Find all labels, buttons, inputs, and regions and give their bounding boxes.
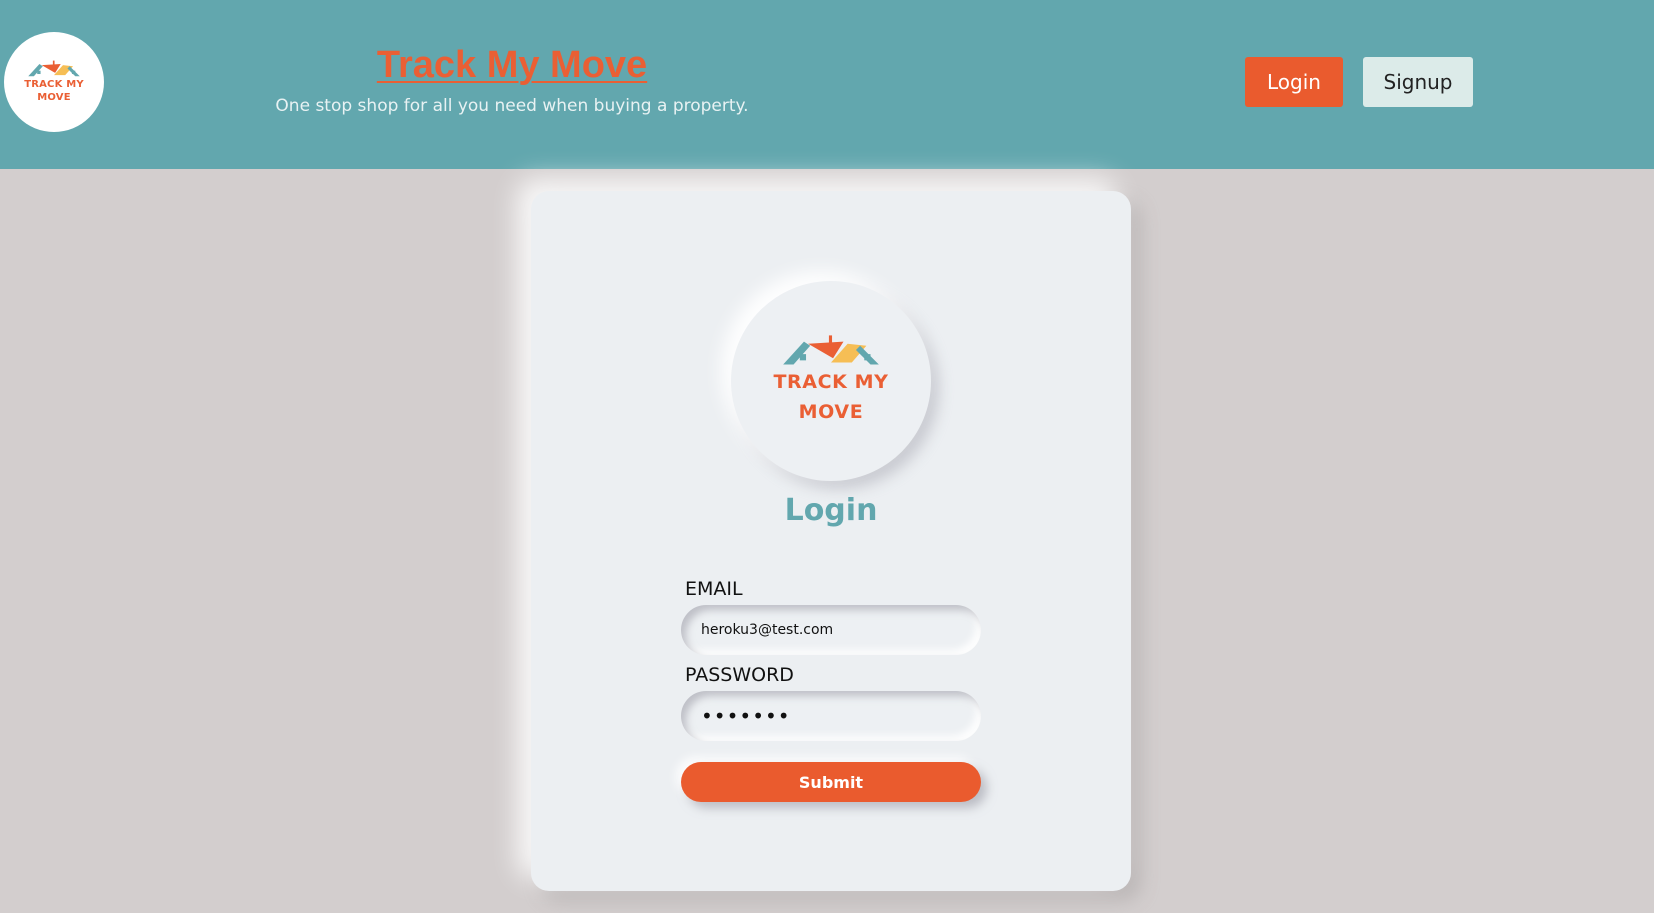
- site-tagline: One stop shop for all you need when buyi…: [275, 96, 749, 116]
- card-logo: TRACK MY MOVE: [731, 281, 931, 481]
- password-label: PASSWORD: [685, 664, 794, 686]
- login-card: TRACK MY MOVE Login EMAIL PASSWORD Submi…: [531, 191, 1131, 891]
- card-logo-line1: TRACK MY: [773, 370, 889, 393]
- email-field[interactable]: [681, 605, 981, 655]
- header-signup-button[interactable]: Signup: [1363, 57, 1473, 107]
- email-label: EMAIL: [685, 578, 743, 600]
- password-field[interactable]: [681, 691, 981, 741]
- site-title-link[interactable]: Track My Move: [0, 44, 1024, 87]
- card-logo-text: TRACK MY MOVE: [773, 367, 888, 428]
- header-login-button[interactable]: Login: [1245, 57, 1343, 107]
- submit-button[interactable]: Submit: [681, 762, 981, 802]
- card-logo-line2: MOVE: [798, 401, 864, 423]
- login-heading: Login: [784, 493, 878, 528]
- house-roof-logo-icon: [783, 335, 879, 365]
- top-header: TRACK MY MOVE Track My Move One stop sho…: [0, 0, 1654, 169]
